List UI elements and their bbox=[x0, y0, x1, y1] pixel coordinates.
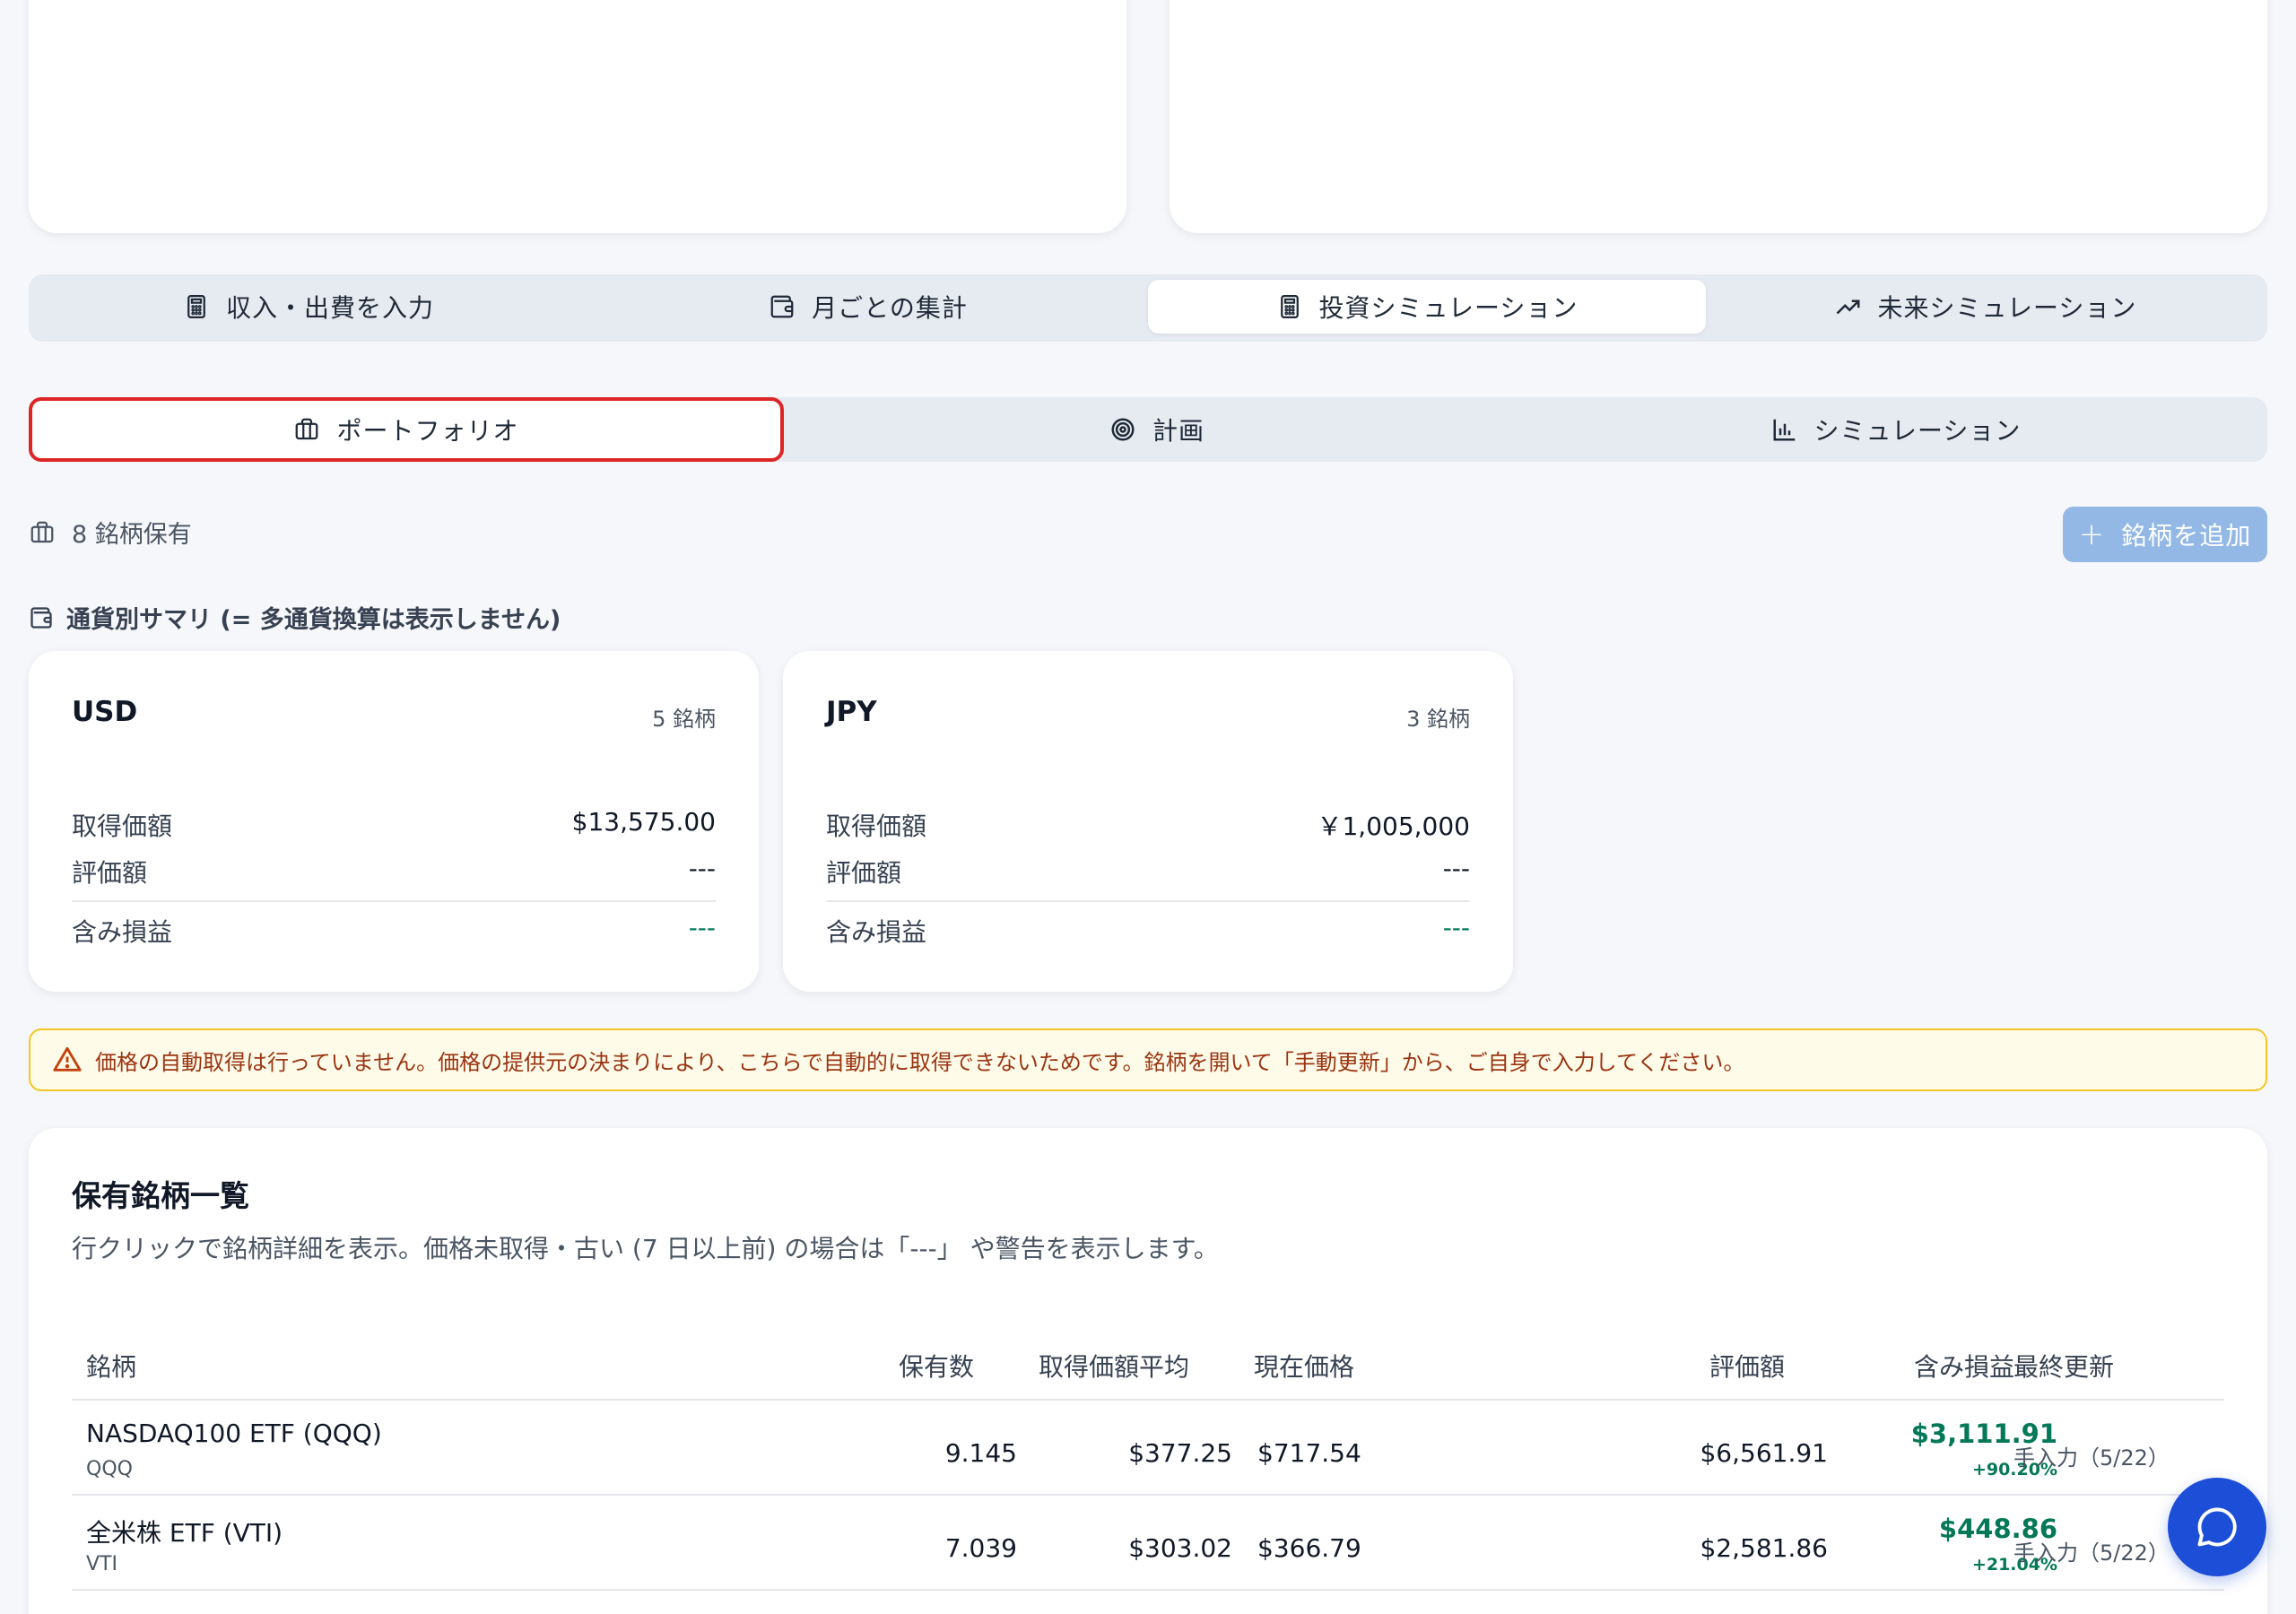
acquisition-cost-row: 取得価額 $13,575.00 bbox=[72, 807, 716, 843]
currency-code: JPY bbox=[826, 696, 877, 728]
holding-price: $366.79 bbox=[1257, 1533, 1361, 1563]
price-warning-banner: 価格の自動取得は行っていません。価格の提供元の決まりにより、こちらで自動的に取得… bbox=[29, 1028, 2267, 1091]
holdings-list-card: 保有銘柄一覧 行クリックで銘柄詳細を表示。価格未取得・古い (7 日以上前) の… bbox=[29, 1128, 2267, 1614]
row-label: 含み損益 bbox=[826, 917, 927, 947]
row-value: --- bbox=[1442, 854, 1470, 883]
tab-income-expense[interactable]: 収入・出費を入力 bbox=[34, 280, 583, 334]
table-row[interactable]: NASDAQ100 ETF (QQQ) QQQ 9.145 $377.25 $7… bbox=[72, 1401, 2224, 1496]
acquisition-cost-row: 取得価額 ￥1,005,000 bbox=[826, 807, 1470, 843]
holdings-count: 8 銘柄保有 bbox=[29, 515, 192, 550]
tab-simulation[interactable]: シミュレーション bbox=[1528, 397, 2264, 462]
holding-avg-cost: $377.25 bbox=[1128, 1438, 1232, 1468]
holdings-description: 行クリックで銘柄詳細を表示。価格未取得・古い (7 日以上前) の場合は「---… bbox=[72, 1234, 1219, 1263]
market-value-row: 評価額 --- bbox=[826, 854, 1470, 889]
holding-name: 全米株 ETF (VTI) bbox=[86, 1518, 283, 1548]
tab-label: シミュレーション bbox=[1813, 416, 2022, 446]
holding-value: $6,561.91 bbox=[1700, 1438, 1828, 1468]
unrealized-pl-row: 含み損益 --- bbox=[826, 913, 1470, 949]
tab-future-simulation[interactable]: 未来シミュレーション bbox=[1711, 280, 2260, 334]
tab-monthly-summary[interactable]: 月ごとの集計 bbox=[594, 280, 1143, 334]
add-holding-label: 銘柄を追加 bbox=[2121, 521, 2252, 551]
chat-bubble-icon bbox=[2197, 1507, 2237, 1547]
column-header-quantity: 保有数 bbox=[898, 1352, 974, 1382]
row-divider bbox=[72, 1589, 2224, 1591]
currency-code: USD bbox=[72, 696, 138, 728]
holding-updated: 手入力（5/22） bbox=[2013, 1540, 2170, 1566]
currency-summary-label: 通貨別サマリ (= 多通貨換算は表示しません) bbox=[66, 606, 561, 634]
tab-label: 投資シミュレーション bbox=[1318, 293, 1578, 323]
currency-summary-title: 通貨別サマリ (= 多通貨換算は表示しません) bbox=[29, 600, 561, 635]
tab-investment-simulation[interactable]: 投資シミュレーション bbox=[1148, 280, 1706, 334]
wallet-icon bbox=[770, 295, 794, 318]
add-holding-button[interactable]: + 銘柄を追加 bbox=[2063, 507, 2267, 562]
sub-tab-bar: ポートフォリオ 計画 シミュレーション bbox=[29, 397, 2267, 462]
currency-holding-count: 5 銘柄 bbox=[652, 707, 716, 732]
divider bbox=[72, 900, 716, 902]
chart-card-left bbox=[29, 0, 1126, 233]
column-header-name: 銘柄 bbox=[86, 1352, 137, 1382]
holding-quantity: 7.039 bbox=[944, 1533, 1017, 1563]
chart-card-right bbox=[1170, 0, 2267, 233]
holding-name: NASDAQ100 ETF (QQQ) bbox=[86, 1419, 382, 1448]
holding-value: $2,581.86 bbox=[1700, 1533, 1828, 1563]
currency-holding-count: 3 銘柄 bbox=[1406, 707, 1470, 732]
holding-updated: 手入力（5/22） bbox=[2013, 1445, 2170, 1471]
target-icon bbox=[1111, 418, 1135, 441]
holding-ticker: VTI bbox=[86, 1553, 117, 1575]
holdings-title: 保有銘柄一覧 bbox=[72, 1178, 249, 1213]
wallet-icon bbox=[30, 606, 52, 629]
warning-text: 価格の自動取得は行っていません。価格の提供元の決まりにより、こちらで自動的に取得… bbox=[95, 1049, 1745, 1075]
holding-ticker: QQQ bbox=[86, 1458, 133, 1480]
holding-quantity: 9.145 bbox=[944, 1438, 1017, 1468]
briefcase-icon bbox=[30, 521, 54, 542]
holding-avg-cost: $303.02 bbox=[1128, 1533, 1232, 1563]
table-row[interactable]: 全米株 ETF (VTI) VTI 7.039 $303.02 $366.79 … bbox=[72, 1496, 2224, 1591]
row-label: 評価額 bbox=[72, 858, 148, 888]
column-header-avg-cost: 取得価額平均 bbox=[1038, 1352, 1189, 1382]
calculator-icon bbox=[187, 295, 205, 318]
tab-portfolio[interactable]: ポートフォリオ bbox=[29, 397, 784, 462]
divider bbox=[826, 900, 1470, 902]
tab-label: 未来シミュレーション bbox=[1877, 293, 2137, 323]
chat-button[interactable] bbox=[2168, 1478, 2266, 1576]
row-value: --- bbox=[688, 913, 716, 942]
column-header-price: 現在価格 bbox=[1254, 1352, 1355, 1382]
tab-label: 収入・出費を入力 bbox=[225, 293, 434, 323]
column-header-pl: 含み損益 bbox=[1913, 1352, 2014, 1382]
row-value: $13,575.00 bbox=[571, 807, 716, 837]
warning-icon bbox=[53, 1046, 82, 1072]
row-value: ￥1,005,000 bbox=[1317, 811, 1470, 841]
tab-label: 月ごとの集計 bbox=[812, 293, 968, 323]
plus-icon: + bbox=[2078, 516, 2106, 552]
unrealized-pl-row: 含み損益 --- bbox=[72, 913, 716, 949]
column-header-updated: 最終更新 bbox=[2013, 1352, 2115, 1382]
holding-price: $717.54 bbox=[1257, 1438, 1361, 1468]
currency-card-jpy: JPY 3 銘柄 取得価額 ￥1,005,000 評価額 --- 含み損益 --… bbox=[783, 651, 1513, 992]
column-header-value: 評価額 bbox=[1709, 1352, 1785, 1382]
row-label: 取得価額 bbox=[826, 811, 927, 841]
main-tab-bar: 収入・出費を入力 月ごとの集計 投資シミュレーション 未来シミュレーション bbox=[29, 274, 2267, 342]
currency-card-usd: USD 5 銘柄 取得価額 $13,575.00 評価額 --- 含み損益 --… bbox=[29, 651, 759, 992]
briefcase-icon bbox=[296, 418, 318, 440]
holdings-count-text: 8 銘柄保有 bbox=[72, 521, 192, 549]
tab-plan[interactable]: 計画 bbox=[789, 397, 1525, 462]
bar-chart-icon bbox=[1773, 419, 1795, 441]
row-label: 含み損益 bbox=[72, 917, 173, 947]
market-value-row: 評価額 --- bbox=[72, 854, 716, 889]
tab-label: ポートフォリオ bbox=[336, 416, 519, 446]
row-value: --- bbox=[1442, 913, 1470, 942]
tab-label: 計画 bbox=[1152, 416, 1205, 446]
calculator-icon bbox=[1280, 295, 1299, 318]
row-label: 取得価額 bbox=[72, 811, 173, 841]
row-value: --- bbox=[688, 854, 716, 883]
row-label: 評価額 bbox=[826, 858, 902, 888]
trending-up-icon bbox=[1836, 299, 1860, 315]
